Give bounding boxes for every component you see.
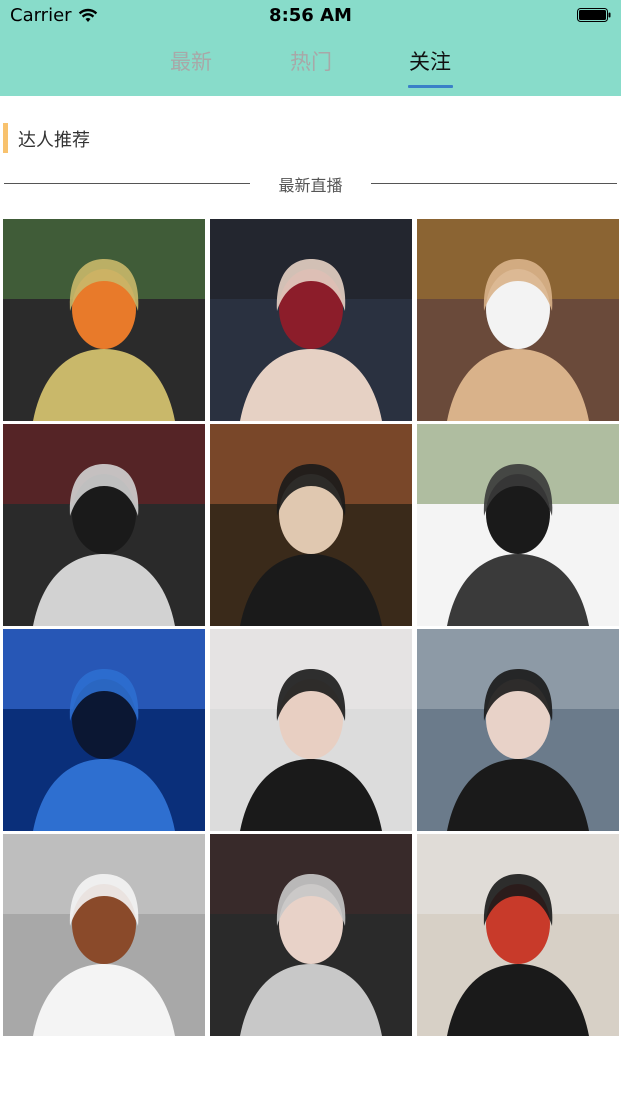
live-thumbnail[interactable] xyxy=(417,219,619,421)
live-thumbnail[interactable] xyxy=(3,219,205,421)
thumbnail-image xyxy=(417,629,619,831)
live-thumbnail[interactable] xyxy=(3,834,205,1036)
live-thumbnail[interactable] xyxy=(3,424,205,626)
divider-line-left xyxy=(4,183,250,184)
divider-label: 最新直播 xyxy=(278,176,343,195)
thumbnail-image xyxy=(3,834,205,1036)
tab-latest[interactable]: 最新 xyxy=(151,46,231,76)
thumbnail-image xyxy=(417,219,619,421)
thumbnail-image xyxy=(3,424,205,626)
live-thumbnail[interactable] xyxy=(210,629,412,831)
thumbnail-image xyxy=(210,834,412,1036)
live-divider: 最新直播 xyxy=(0,170,621,196)
live-thumbnail[interactable] xyxy=(417,629,619,831)
section-header: 达人推荐 xyxy=(0,122,621,154)
tab-bar: 最新 热门 关注 xyxy=(0,36,621,96)
thumbnail-image xyxy=(210,219,412,421)
section-title: 达人推荐 xyxy=(18,130,90,151)
status-time: 8:56 AM xyxy=(269,5,352,26)
tab-hot[interactable]: 热门 xyxy=(271,46,351,76)
divider-line-right xyxy=(371,183,617,184)
thumbnail-image xyxy=(210,424,412,626)
thumbnail-image xyxy=(3,629,205,831)
header: Carrier 8:56 AM 最新 热门 关注 xyxy=(0,0,621,96)
thumbnail-image xyxy=(417,424,619,626)
live-thumbnail[interactable] xyxy=(210,834,412,1036)
thumbnail-image xyxy=(210,629,412,831)
live-thumbnail[interactable] xyxy=(417,834,619,1036)
live-thumbnail[interactable] xyxy=(417,424,619,626)
section-accent-bar xyxy=(3,123,8,153)
battery-icon xyxy=(577,8,611,22)
tab-follow[interactable]: 关注 xyxy=(390,46,470,76)
thumbnail-image xyxy=(3,219,205,421)
thumbnail-image xyxy=(417,834,619,1036)
status-bar: Carrier 8:56 AM xyxy=(0,0,621,32)
live-thumbnail[interactable] xyxy=(3,629,205,831)
active-tab-indicator xyxy=(408,85,453,88)
live-thumbnail[interactable] xyxy=(210,219,412,421)
live-thumbnail[interactable] xyxy=(210,424,412,626)
